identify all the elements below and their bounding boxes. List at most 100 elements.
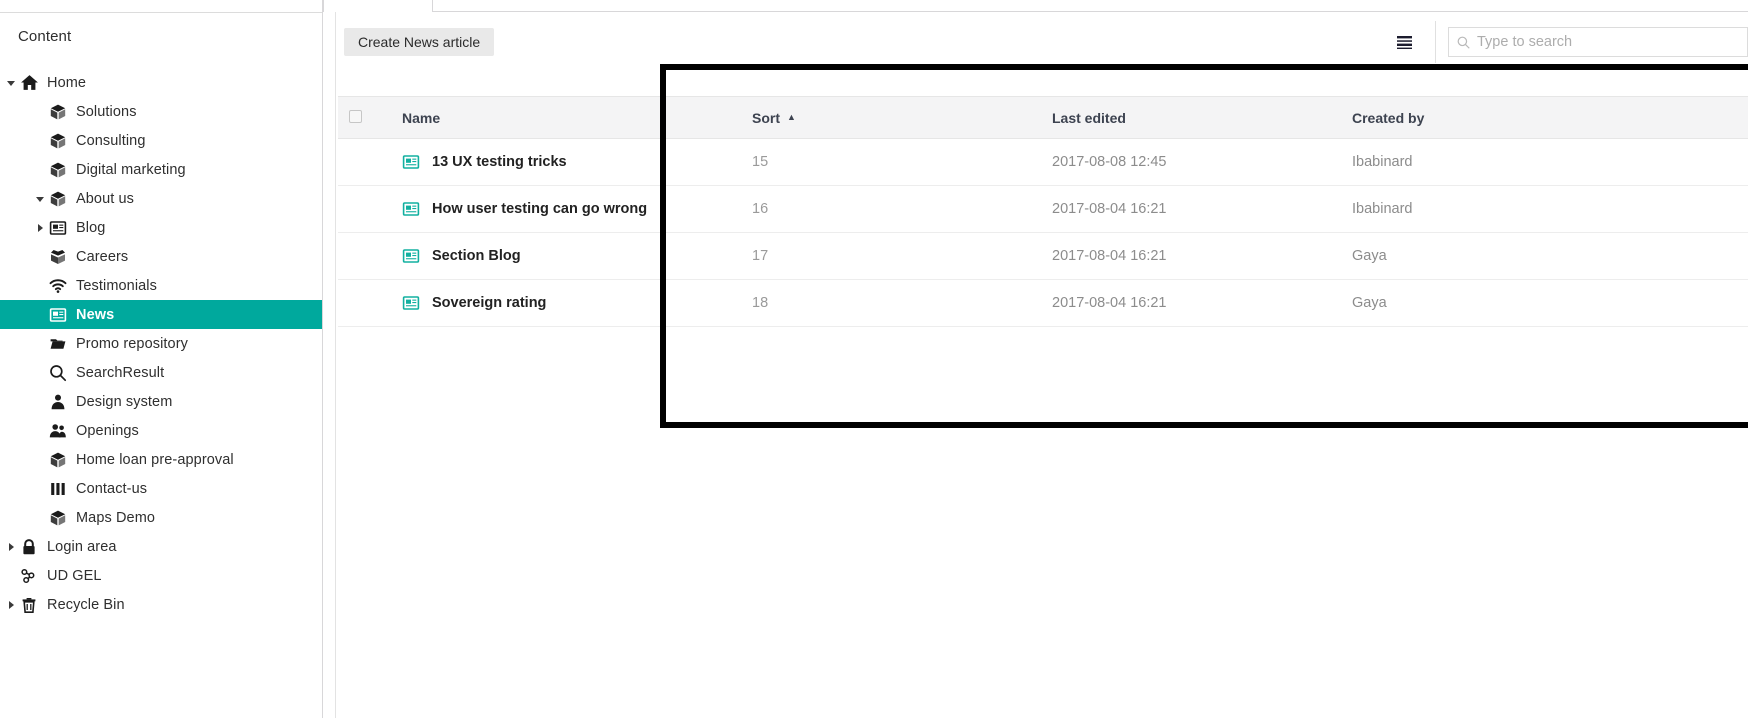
sidebar-item-about-us[interactable]: About us	[0, 184, 322, 213]
tab-properties[interactable]: Properties	[691, 0, 795, 11]
folder-icon	[47, 334, 69, 354]
sidebar-item-home[interactable]: Home	[0, 68, 322, 97]
row-select-cell[interactable]	[338, 185, 388, 233]
row-name-cell[interactable]: How user testing can go wrong	[388, 185, 738, 233]
sidebar-item-digital-marketing[interactable]: Digital marketing	[0, 155, 322, 184]
package-icon	[47, 131, 69, 151]
toolbar-divider	[1435, 21, 1436, 63]
chevron-down-icon[interactable]	[4, 76, 18, 90]
tab-introduction[interactable]: Introduction	[433, 0, 547, 11]
row-select-cell[interactable]	[338, 138, 388, 186]
sidebar-item-searchresult[interactable]: SearchResult	[0, 358, 322, 387]
row-last-edited-value: 2017-08-04 16:21	[1052, 248, 1167, 264]
wifi-icon	[47, 276, 69, 296]
row-created-by-value: Ibabinard	[1352, 201, 1413, 217]
sidebar-item-contact-us[interactable]: Contact-us	[0, 474, 322, 503]
sidebar-item-label: Login area	[47, 538, 117, 555]
article-icon	[47, 305, 69, 325]
sidebar-item-design-system[interactable]: Design system	[0, 387, 322, 416]
tab-meta-description[interactable]: Meta description	[547, 0, 691, 11]
list-view-icon[interactable]	[1387, 25, 1421, 59]
row-created-by-cell: Gaya	[1338, 232, 1598, 280]
umbraco-content-app: Content Home Solutions Consulting Digita…	[0, 0, 1748, 718]
chevron-down-icon[interactable]	[33, 192, 47, 206]
sidebar-item-label: Solutions	[76, 103, 137, 120]
row-name-cell[interactable]: 13 UX testing tricks	[388, 138, 738, 186]
sidebar-item-consulting[interactable]: Consulting	[0, 126, 322, 155]
sidebar-item-label: Maps Demo	[76, 509, 156, 526]
row-sort-cell: 17	[738, 232, 1038, 280]
column-header-name[interactable]: Name	[388, 96, 738, 139]
package-icon	[47, 160, 69, 180]
row-last-edited-cell: 2017-08-08 12:45	[1038, 138, 1338, 186]
chevron-right-icon[interactable]	[33, 221, 47, 235]
sidebar-item-home-loan-pre-approval[interactable]: Home loan pre-approval	[0, 445, 322, 474]
article-icon	[402, 153, 420, 171]
select-all-checkbox[interactable]	[349, 109, 362, 123]
row-last-edited-value: 2017-08-04 16:21	[1052, 201, 1167, 217]
row-select-cell[interactable]	[338, 232, 388, 280]
table-row[interactable]: 13 UX testing tricks 15 2017-08-08 12:45 Ib…	[338, 138, 1748, 186]
sidebar-item-login-area[interactable]: Login area	[0, 532, 322, 561]
table-top-spacer	[338, 70, 1748, 96]
child-items-table-area: Name Sort ▲ Last edited Created by 13 UX…	[338, 70, 1748, 327]
sidebar-item-label: About us	[76, 190, 135, 207]
package-icon	[47, 508, 69, 528]
row-tail-cell	[1598, 138, 1748, 186]
row-select-cell[interactable]	[338, 279, 388, 327]
row-created-by-cell: Ibabinard	[1338, 185, 1598, 233]
row-name-label: How user testing can go wrong	[432, 201, 648, 217]
sidebar-item-maps-demo[interactable]: Maps Demo	[0, 503, 322, 532]
table-row[interactable]: Section Blog 17 2017-08-04 16:21 Gaya	[338, 232, 1748, 280]
sidebar-item-careers[interactable]: Careers	[0, 242, 322, 271]
sidebar-item-label: Consulting	[76, 132, 146, 149]
sidebar-item-news[interactable]: News	[0, 300, 322, 329]
create-news-article-button[interactable]: Create News article	[344, 28, 495, 56]
sidebar-item-openings[interactable]: Openings	[0, 416, 322, 445]
people-icon	[47, 421, 69, 441]
table-header-row: Name Sort ▲ Last edited Created by	[338, 96, 1748, 139]
table-row[interactable]: Sovereign rating 18 2017-08-04 16:21 Gaya	[338, 279, 1748, 327]
sidebar-item-blog[interactable]: Blog	[0, 213, 322, 242]
trash-icon	[18, 595, 40, 615]
sidebar-item-ud-gel[interactable]: UD GEL	[0, 561, 322, 590]
package-icon	[47, 189, 69, 209]
search-input[interactable]	[1477, 28, 1747, 56]
table-row[interactable]: How user testing can go wrong 16 2017-08-0…	[338, 185, 1748, 233]
column-header-sort[interactable]: Sort ▲	[738, 96, 1038, 139]
sidebar-item-label: News	[76, 306, 115, 323]
row-last-edited-cell: 2017-08-04 16:21	[1038, 279, 1338, 327]
row-name-cell[interactable]: Sovereign rating	[388, 279, 738, 327]
search-icon	[1449, 36, 1477, 49]
column-header-created-by[interactable]: Created by	[1338, 96, 1598, 139]
row-name-cell[interactable]: Section Blog	[388, 232, 738, 280]
sidebar-item-promo-repository[interactable]: Promo repository	[0, 329, 322, 358]
sidebar-title: Content	[18, 28, 72, 45]
column-header-last-edited[interactable]: Last edited	[1038, 96, 1338, 139]
row-name-label: Sovereign rating	[432, 295, 547, 311]
sidebar-item-label: SearchResult	[76, 364, 165, 381]
sidebar-item-solutions[interactable]: Solutions	[0, 97, 322, 126]
row-created-by-cell: Ibabinard	[1338, 138, 1598, 186]
sidebar-item-label: Contact-us	[76, 480, 148, 497]
row-created-by-value: Ibabinard	[1352, 154, 1413, 170]
row-created-by-value: Gaya	[1352, 295, 1387, 311]
sidebar-item-recycle-bin[interactable]: Recycle Bin	[0, 590, 322, 619]
content-toolbar: Create News article	[323, 14, 1748, 70]
chevron-right-icon[interactable]	[4, 540, 18, 554]
content-tabs: Child itemsIntroductionMeta descriptionP…	[323, 0, 1748, 12]
sidebar-item-label: Openings	[76, 422, 139, 439]
chevron-right-icon[interactable]	[4, 598, 18, 612]
search-box[interactable]	[1448, 27, 1748, 57]
sidebar-item-testimonials[interactable]: Testimonials	[0, 271, 322, 300]
tab-child-items[interactable]: Child items	[323, 0, 433, 12]
row-last-edited-cell: 2017-08-04 16:21	[1038, 185, 1338, 233]
search-icon	[47, 363, 69, 383]
